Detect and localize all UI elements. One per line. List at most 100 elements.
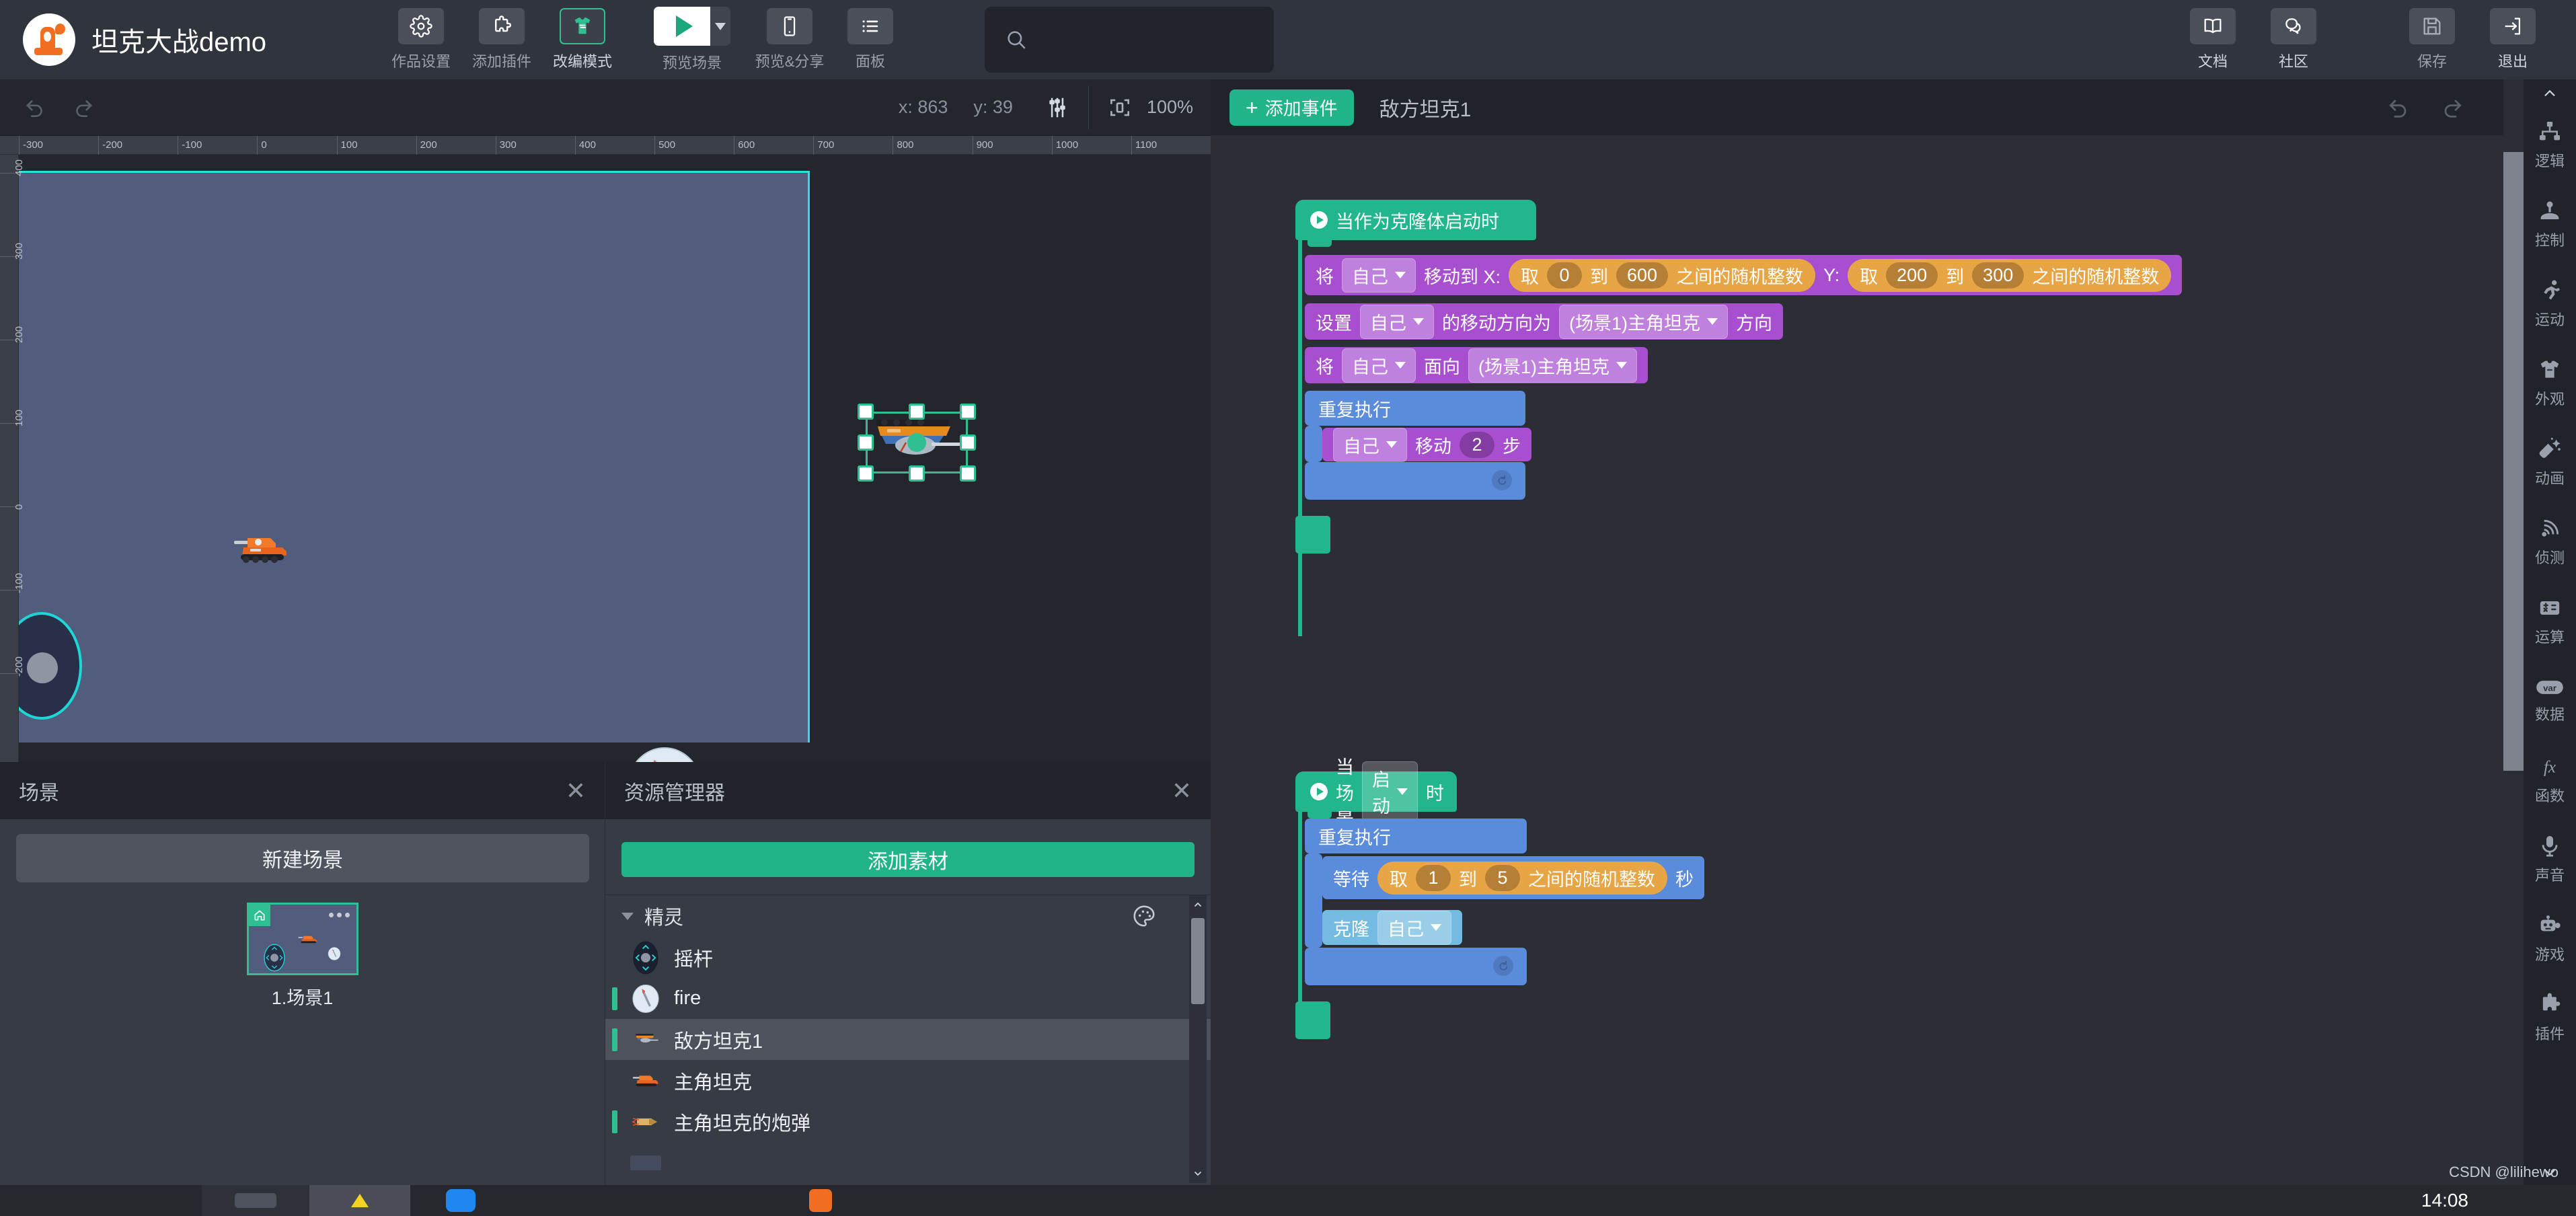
preview-dropdown-button[interactable] <box>710 7 731 46</box>
resize-handle-nw[interactable] <box>858 404 874 420</box>
target-dropdown[interactable]: 自己 <box>1360 304 1434 339</box>
category-game[interactable]: 游戏 <box>2524 899 2576 978</box>
asset-list-scrollbar[interactable] <box>1189 895 1207 1183</box>
category-motion[interactable]: 运动 <box>2524 264 2576 343</box>
more-dots-icon[interactable] <box>328 913 350 917</box>
palette-icon[interactable] <box>1131 903 1157 929</box>
block-wait-seconds[interactable]: 等待 取 1 到 5 之间的随机整数 秒 <box>1322 856 1704 899</box>
docs-button[interactable]: 文档 <box>2181 8 2245 71</box>
search-box[interactable] <box>985 7 1275 73</box>
random-from-input[interactable]: 0 <box>1547 262 1583 289</box>
panel-button[interactable]: 面板 <box>838 8 903 71</box>
block-when-scene-start[interactable]: 当场景 启动 时 <box>1295 757 1457 830</box>
taskbar-app-2[interactable] <box>309 1185 410 1216</box>
reporter-random-wait[interactable]: 取 1 到 5 之间的随机整数 <box>1377 861 1667 895</box>
scene-event-dropdown[interactable]: 启动 <box>1362 761 1418 822</box>
category-animation[interactable]: 动画 <box>2524 422 2576 502</box>
category-logic[interactable]: 逻辑 <box>2524 105 2576 184</box>
resize-handle-w[interactable] <box>858 434 874 451</box>
taskbar-app-1[interactable] <box>202 1185 309 1216</box>
taskbar-app-3[interactable] <box>410 1185 511 1216</box>
category-looks[interactable]: 外观 <box>2524 343 2576 422</box>
category-sensing[interactable]: 侦测 <box>2524 502 2576 581</box>
asset-row-enemy-tank-1[interactable]: 敌方坦克1 <box>605 1019 1211 1060</box>
add-event-button[interactable]: + 添加事件 <box>1229 89 1354 126</box>
close-icon[interactable]: ✕ <box>1172 778 1192 803</box>
exit-button[interactable]: 退出 <box>2480 8 2545 71</box>
target-dropdown[interactable]: 自己 <box>1342 258 1416 293</box>
new-scene-button[interactable]: 新建场景 <box>16 834 589 882</box>
category-data[interactable]: var 数据 <box>2524 660 2576 740</box>
reference-dropdown[interactable]: (场景1)主角坦克 <box>1468 348 1637 383</box>
project-settings-button[interactable]: 作品设置 <box>389 8 453 71</box>
target-dropdown[interactable]: 自己 <box>1333 427 1407 462</box>
category-functions[interactable]: fx 函数 <box>2524 740 2576 819</box>
target-dropdown[interactable]: 自己 <box>1342 348 1416 383</box>
random-from-input[interactable]: 200 <box>1886 262 1938 289</box>
category-scroll-thumb[interactable] <box>2503 152 2524 771</box>
preview-scene-button[interactable]: 预览场景 <box>654 7 731 73</box>
scene-card-1[interactable] <box>246 903 358 975</box>
chevron-down-icon[interactable] <box>1189 1164 1207 1183</box>
stage-redo-button[interactable] <box>67 91 100 124</box>
category-operators[interactable]: 运算 <box>2524 581 2576 660</box>
caret-down-icon[interactable] <box>621 912 634 920</box>
blocks-workspace[interactable]: 当作为克隆体启动时 将 自己 移动到 X: 取 0 到 600 之间的随机整数 … <box>1211 135 2509 1216</box>
play-triangle-icon[interactable] <box>654 7 711 46</box>
save-button[interactable]: 保存 <box>2400 8 2464 71</box>
scrollbar-thumb[interactable] <box>1191 918 1205 1004</box>
stage-canvas[interactable] <box>1 155 1211 762</box>
category-control[interactable]: 控制 <box>2524 184 2576 264</box>
asset-row-partial[interactable] <box>605 1142 1211 1183</box>
resize-handle-sw[interactable] <box>858 465 874 482</box>
add-asset-button[interactable]: 添加素材 <box>621 842 1195 877</box>
preview-share-button[interactable]: 预览&分享 <box>755 8 824 71</box>
search-input[interactable] <box>1040 29 1262 50</box>
resize-handle-n[interactable] <box>909 404 925 420</box>
block-when-clone-start[interactable]: 当作为克隆体启动时 <box>1295 200 1536 247</box>
fire-button-icon[interactable] <box>624 747 705 762</box>
fit-screen-button[interactable] <box>1104 91 1136 124</box>
stage-settings-button[interactable] <box>1041 91 1073 124</box>
taskbar-app-4[interactable] <box>780 1185 861 1216</box>
random-from-input[interactable]: 1 <box>1416 864 1451 891</box>
reference-dropdown[interactable]: (场景1)主角坦克 <box>1559 304 1728 339</box>
steps-input[interactable]: 2 <box>1460 431 1494 458</box>
asset-row-fire[interactable]: fire <box>605 978 1211 1019</box>
block-forever-2[interactable]: 重复执行 <box>1305 819 1527 853</box>
block-move-to-xy[interactable]: 将 自己 移动到 X: 取 0 到 600 之间的随机整数 Y: 取 200 到 <box>1305 255 2183 295</box>
random-to-input[interactable]: 300 <box>1972 262 2024 289</box>
block-set-move-direction[interactable]: 设置 自己 的移动方向为 (场景1)主角坦克 方向 <box>1305 303 1783 340</box>
category-plugin[interactable]: 插件 <box>2524 978 2576 1057</box>
asset-row-main-tank-shell[interactable]: 主角坦克的炮弹 <box>605 1101 1211 1142</box>
category-scroll-up-button[interactable] <box>2524 82 2576 105</box>
orange-tank-icon[interactable] <box>227 531 295 566</box>
block-point-towards[interactable]: 将 自己 面向 (场景1)主角坦克 <box>1305 347 1648 383</box>
asset-group-header[interactable]: 精灵 <box>605 895 1211 937</box>
category-sound[interactable]: 声音 <box>2524 819 2576 899</box>
selected-sprite-enemy-tank[interactable] <box>851 402 983 484</box>
asset-row-main-tank[interactable]: 主角坦克 <box>605 1060 1211 1101</box>
resize-handle-e[interactable] <box>960 434 976 451</box>
asset-row-joystick[interactable]: 摇杆 <box>605 937 1211 978</box>
random-to-input[interactable]: 5 <box>1485 864 1520 891</box>
target-dropdown[interactable]: 自己 <box>1377 910 1451 945</box>
reporter-random-y[interactable]: 取 200 到 300 之间的随机整数 <box>1848 258 2172 292</box>
block-clone[interactable]: 克隆 自己 <box>1322 910 1462 945</box>
random-to-input[interactable]: 600 <box>1616 262 1669 289</box>
adapt-mode-button[interactable]: 改编模式 <box>550 8 615 71</box>
blocks-undo-button[interactable] <box>2382 91 2415 124</box>
rotate-handle[interactable] <box>907 433 926 452</box>
block-move-steps[interactable]: 自己 移动 2 步 <box>1322 427 1531 462</box>
chevron-up-icon[interactable] <box>1189 895 1207 914</box>
add-plugin-button[interactable]: 添加插件 <box>469 8 534 71</box>
blocks-redo-button[interactable] <box>2436 91 2468 124</box>
close-icon[interactable]: ✕ <box>566 778 586 803</box>
block-forever-1[interactable]: 重复执行 <box>1305 391 1525 426</box>
stage-undo-button[interactable] <box>19 91 51 124</box>
resize-handle-ne[interactable] <box>960 404 976 420</box>
community-button[interactable]: 社区 <box>2261 8 2326 71</box>
reporter-random-x[interactable]: 取 0 到 600 之间的随机整数 <box>1509 258 1816 292</box>
resize-handle-se[interactable] <box>960 465 976 482</box>
resize-handle-s[interactable] <box>909 465 925 482</box>
